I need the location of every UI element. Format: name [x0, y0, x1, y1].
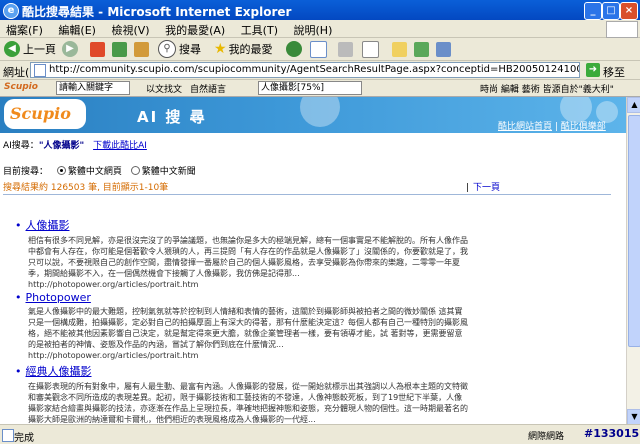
scupio-brand[interactable]: Scupio: [4, 82, 38, 92]
forward-button[interactable]: ▶: [62, 40, 81, 58]
page-title: AI 搜 尋: [137, 108, 207, 126]
screenshot-id: #133015: [584, 427, 640, 440]
search-keyword: "人像攝影": [38, 141, 85, 151]
word-icon: [362, 40, 379, 58]
print-button[interactable]: [338, 40, 356, 58]
keyword-dropdown[interactable]: 請輸入關鍵字: [56, 81, 130, 95]
page-icon: [34, 64, 46, 77]
result-url: http://photopower.org/articles/portrait.…: [28, 351, 199, 360]
club-link[interactable]: 酷比俱樂部: [561, 122, 606, 132]
search-icon: ⚲: [158, 40, 176, 58]
title-bar: e 酷比搜尋結果 - Microsoft Internet Explorer _…: [0, 0, 640, 20]
banner-links: 酷比網站首頁 | 酷比俱樂部: [498, 122, 606, 132]
result-summary: 搜尋結果約 126503 筆, 目前顯示1-10筆: [3, 183, 169, 193]
search-scope: 目前搜尋： 繁體中文網頁 繁體中文新聞: [3, 166, 196, 177]
download-ai-link[interactable]: 下載此酷比AI: [93, 141, 147, 151]
result-title[interactable]: 經典人像攝影: [15, 363, 470, 379]
tool-button[interactable]: [436, 40, 454, 58]
result-title[interactable]: 人像攝影: [15, 217, 470, 233]
natural-language-link[interactable]: 自然語言: [190, 82, 226, 95]
folder-icon: [392, 41, 407, 57]
scroll-thumb[interactable]: [628, 115, 640, 347]
internet-zone: 網際網路: [528, 432, 565, 442]
web-radio[interactable]: [56, 166, 66, 175]
scroll-up-icon[interactable]: ▲: [627, 97, 640, 113]
history-button[interactable]: [286, 40, 305, 58]
favorites-button[interactable]: ★ 我的最愛: [214, 40, 273, 58]
concept-dropdown[interactable]: 人像攝影[75%]: [258, 81, 362, 95]
page-content: Scupio AI 搜 尋 酷比網站首頁 | 酷比俱樂部 AI搜尋："人像攝影"…: [0, 97, 626, 424]
menu-help[interactable]: 說明(H): [288, 20, 339, 38]
search-button[interactable]: ⚲ 搜尋: [158, 40, 201, 58]
messenger-icon: [414, 41, 429, 57]
messenger-button[interactable]: [414, 40, 432, 58]
mail-button[interactable]: [310, 40, 330, 58]
scroll-down-icon[interactable]: ▼: [627, 409, 640, 425]
scupio-logo[interactable]: Scupio: [4, 99, 86, 129]
result-url: http://photopower.org/articles/portrait.…: [28, 280, 199, 289]
ad-link[interactable]: 時尚 編輯 藝術 皆源自於"義大利": [480, 82, 614, 95]
site-banner: Scupio AI 搜 尋 酷比網站首頁 | 酷比俱樂部: [0, 97, 626, 133]
folder-button[interactable]: [392, 40, 410, 58]
status-text: 完成: [14, 433, 34, 444]
menu-edit[interactable]: 編輯(E): [52, 20, 102, 38]
result-item: Photopower 氣是人像攝影中的最大難題，控制氣氛就等於控制到人情緒和表情…: [15, 291, 470, 360]
divider: [3, 194, 611, 195]
page-icon: [2, 429, 14, 442]
mail-icon: [310, 40, 327, 58]
scupio-toolbar: Scupio 請輸入關鍵字 以文找文 自然語言 人像攝影[75%] 時尚 編輯 …: [0, 80, 640, 97]
back-button[interactable]: ◀ 上一頁: [4, 40, 56, 58]
menu-favorites[interactable]: 我的最愛(A): [159, 20, 231, 38]
result-title[interactable]: Photopower: [15, 291, 470, 304]
windows-logo-icon: [606, 21, 638, 38]
address-input[interactable]: http://community.scupio.com/scupiocommun…: [30, 62, 580, 78]
edit-button[interactable]: [362, 40, 382, 58]
back-arrow-icon: ◀: [4, 41, 20, 57]
result-item: 經典人像攝影 在攝影表現的所有對象中，屬有人最生動、最富有內涵。人像攝影的發展，…: [15, 363, 470, 424]
menu-bar: 檔案(F) 編輯(E) 檢視(V) 我的最愛(A) 工具(T) 說明(H): [0, 20, 640, 38]
ie-icon: e: [3, 3, 19, 19]
tool-icon: [436, 41, 451, 57]
refresh-button[interactable]: [112, 40, 130, 58]
next-page-link[interactable]: 下一頁: [466, 180, 500, 193]
minimize-button[interactable]: _: [584, 2, 602, 20]
close-button[interactable]: ×: [620, 2, 638, 20]
result-snippet: 氣是人像攝影中的最大難題，控制氣氛就等於控制到人情緒和表情的藝術，這關於到攝影師…: [28, 307, 468, 349]
result-item: 人像攝影 相信有很多不同見解，亦是很沒完沒了的爭論議題，也無論你是多大的極端見解…: [15, 217, 470, 289]
go-arrow-icon[interactable]: ➜: [586, 63, 600, 77]
status-bar: 完成 網際網路 #133015: [0, 424, 640, 444]
ai-search-line: AI搜尋："人像攝影" 下載此酷比AI: [3, 141, 147, 151]
menu-file[interactable]: 檔案(F): [0, 20, 49, 38]
forward-arrow-icon: ▶: [62, 41, 78, 57]
history-icon: [286, 41, 302, 57]
vertical-scrollbar[interactable]: ▲ ▼: [626, 97, 640, 425]
maximize-button[interactable]: □: [602, 2, 620, 20]
home-icon: [134, 41, 149, 57]
menu-view[interactable]: 檢視(V): [105, 20, 155, 38]
window-title: 酷比搜尋結果 - Microsoft Internet Explorer: [22, 5, 292, 19]
stop-button[interactable]: [90, 40, 108, 58]
print-icon: [338, 41, 353, 57]
home-link[interactable]: 酷比網站首頁: [498, 122, 552, 132]
stop-icon: [90, 41, 105, 57]
address-bar: 網址(D) http://community.scupio.com/scupio…: [0, 61, 640, 80]
news-radio[interactable]: [130, 166, 140, 175]
text-search-link[interactable]: 以文找文: [146, 82, 182, 95]
toolbar: ◀ 上一頁 ▶ ⚲ 搜尋 ★ 我的最愛: [0, 38, 640, 61]
home-button[interactable]: [134, 40, 152, 58]
go-button[interactable]: 移至: [603, 64, 625, 80]
menu-tools[interactable]: 工具(T): [235, 20, 284, 38]
refresh-icon: [112, 41, 127, 57]
result-snippet: 在攝影表現的所有對象中，屬有人最生動、最富有內涵。人像攝影的發展，從一開始就標示…: [28, 382, 468, 424]
star-icon: ★: [214, 41, 227, 57]
result-snippet: 相信有很多不同見解，亦是很沒完沒了的爭論議題，也無論你是多大的極端見解，總有一個…: [28, 236, 468, 278]
